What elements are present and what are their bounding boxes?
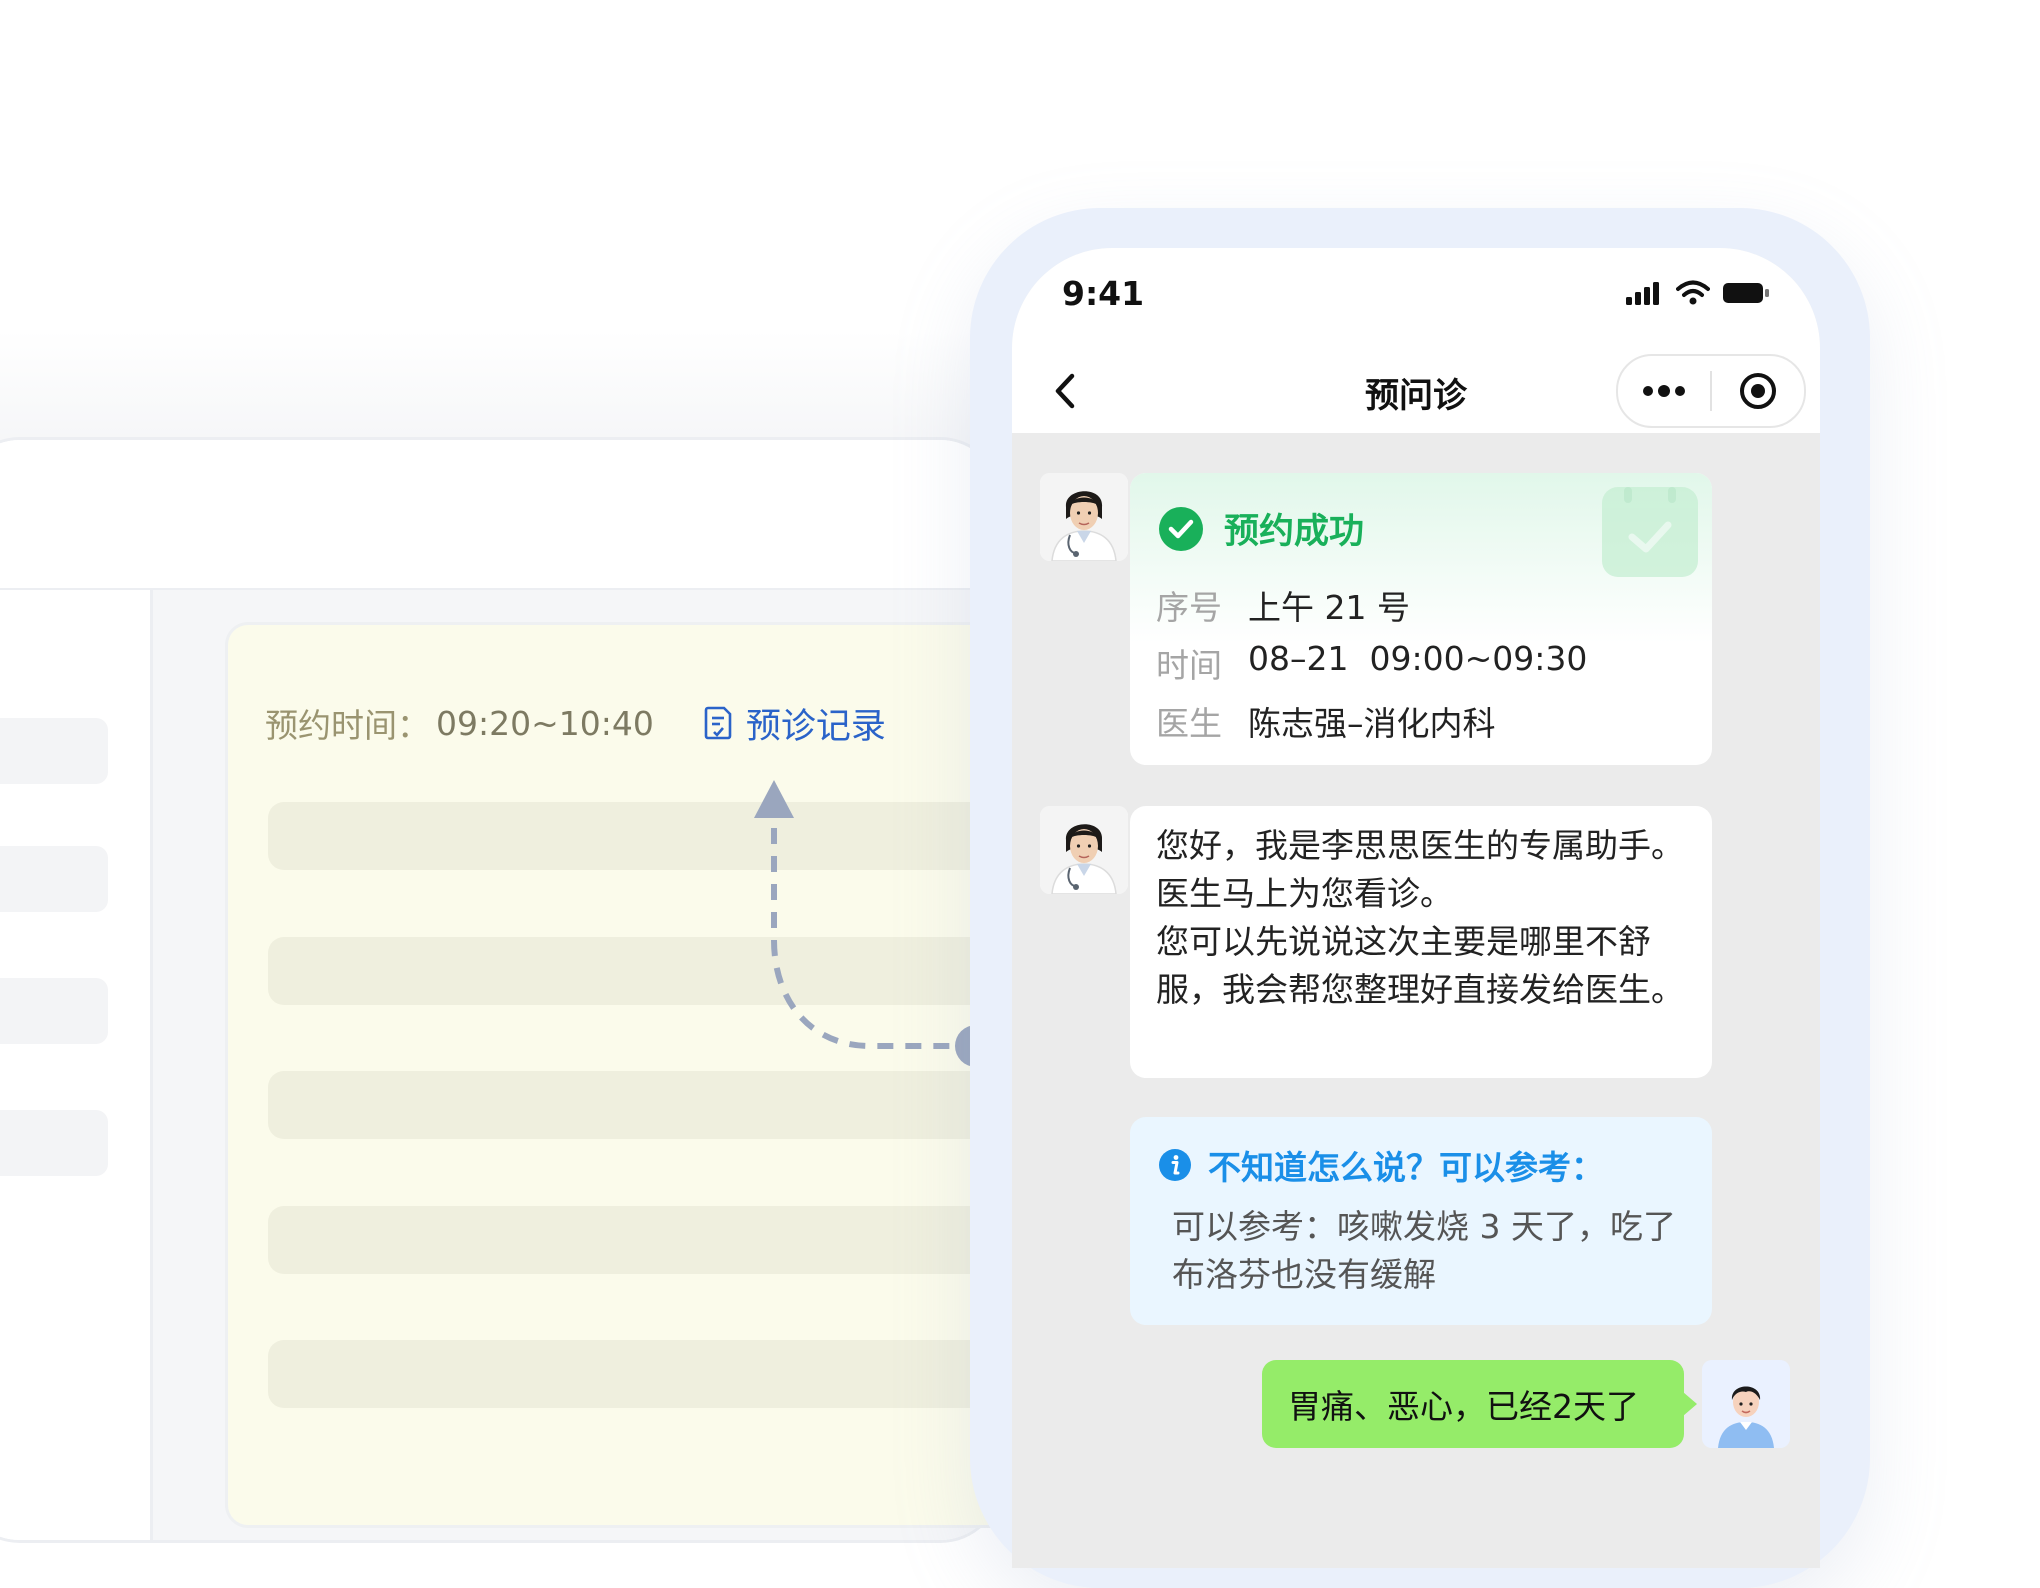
mini-program-capsule: [1616, 354, 1806, 428]
doctor-avatar-icon: [1040, 473, 1128, 561]
appointment-time: 09:20~10:40: [436, 703, 654, 743]
phone-top-bar: 9:41 预问诊: [1012, 248, 1820, 433]
booking-time-label: 时间: [1156, 646, 1222, 685]
booking-success-title: 预约成功: [1158, 503, 1364, 554]
status-icons: [1624, 280, 1770, 306]
calendar-check-icon: [1602, 487, 1698, 577]
user-avatar[interactable]: [1702, 1360, 1790, 1448]
check-circle-icon: [1159, 506, 1203, 551]
appointment-row: 预约时间： 09:20~10:40 预诊记录: [265, 698, 886, 748]
sidebar-item[interactable]: [0, 1110, 108, 1176]
doctor-avatar-icon: [1040, 806, 1128, 894]
status-time: 9:41: [1062, 274, 1145, 313]
assistant-greeting-bubble[interactable]: 您好，我是李思思医生的专属助手。医生马上为您看诊。 您可以先说说这次主要是哪里不…: [1130, 806, 1712, 1078]
booking-doctor-row: 医生 陈志强–消化内科: [1156, 697, 1496, 745]
record-link-label: 预诊记录: [745, 706, 886, 747]
greeting-line-1: 您好，我是李思思医生的专属助手。医生马上为您看诊。: [1156, 826, 1684, 913]
tip-body: 可以参考：咳嗽发烧 3 天了，吃了布洛芬也没有缓解: [1172, 1207, 1676, 1294]
battery-icon: [1723, 283, 1769, 303]
suggestion-tip-card[interactable]: 不知道怎么说？可以参考： 可以参考：咳嗽发烧 3 天了，吃了布洛芬也没有缓解: [1130, 1117, 1712, 1325]
placeholder-bar: [268, 1206, 1028, 1274]
booking-doctor-value: 陈志强–消化内科: [1248, 704, 1496, 743]
greeting-line-2: 您可以先说说这次主要是哪里不舒服，我会帮您整理好直接发给医生。: [1156, 922, 1684, 1009]
desktop-sidebar: [0, 590, 153, 1540]
info-icon: [1159, 1149, 1191, 1181]
tip-title: 不知道怎么说？可以参考：: [1208, 1148, 1604, 1187]
placeholder-bar: [268, 1340, 1028, 1408]
user-bubble-tail: [1683, 1392, 1697, 1416]
booking-success-card[interactable]: 预约成功 序号 上午 21 号 时间 08–21 09:00~09:30 医生 …: [1130, 473, 1712, 765]
booking-time-value: 08–21 09:00~09:30: [1248, 639, 1588, 678]
sidebar-item[interactable]: [0, 978, 108, 1044]
desktop-header: [0, 440, 1000, 591]
pre-diagnosis-record-link[interactable]: 预诊记录: [704, 698, 886, 749]
booking-time-row: 时间 08–21 09:00~09:30: [1156, 639, 1587, 687]
sidebar-item[interactable]: [0, 718, 108, 784]
placeholder-bar: [268, 1071, 1028, 1139]
greeting-text: 您好，我是李思思医生的专属助手。医生马上为您看诊。 您可以先说说这次主要是哪里不…: [1156, 822, 1688, 1014]
more-button[interactable]: [1618, 356, 1710, 426]
tip-title-row: 不知道怎么说？可以参考：: [1158, 1141, 1604, 1189]
user-message-text: 胃痛、恶心，已经2天了: [1288, 1387, 1639, 1426]
user-avatar-icon: [1702, 1360, 1790, 1448]
booking-number-label: 序号: [1156, 588, 1222, 627]
doctor-avatar[interactable]: [1040, 806, 1128, 894]
close-mini-program-button[interactable]: [1712, 356, 1804, 426]
appointment-label: 预约时间：: [265, 706, 430, 745]
user-message-bubble[interactable]: 胃痛、恶心，已经2天了: [1262, 1360, 1684, 1448]
document-icon: [704, 706, 732, 740]
sidebar-item[interactable]: [0, 846, 108, 912]
doctor-avatar[interactable]: [1040, 473, 1128, 561]
target-icon: [1740, 373, 1776, 409]
booking-doctor-label: 医生: [1156, 704, 1222, 743]
more-dots-icon: [1643, 385, 1685, 397]
wifi-icon: [1676, 280, 1710, 305]
booking-number-value: 上午 21 号: [1248, 588, 1410, 627]
booking-number-row: 序号 上午 21 号: [1156, 581, 1410, 629]
signal-icon: [1626, 282, 1659, 305]
booking-success-text: 预约成功: [1224, 512, 1365, 552]
